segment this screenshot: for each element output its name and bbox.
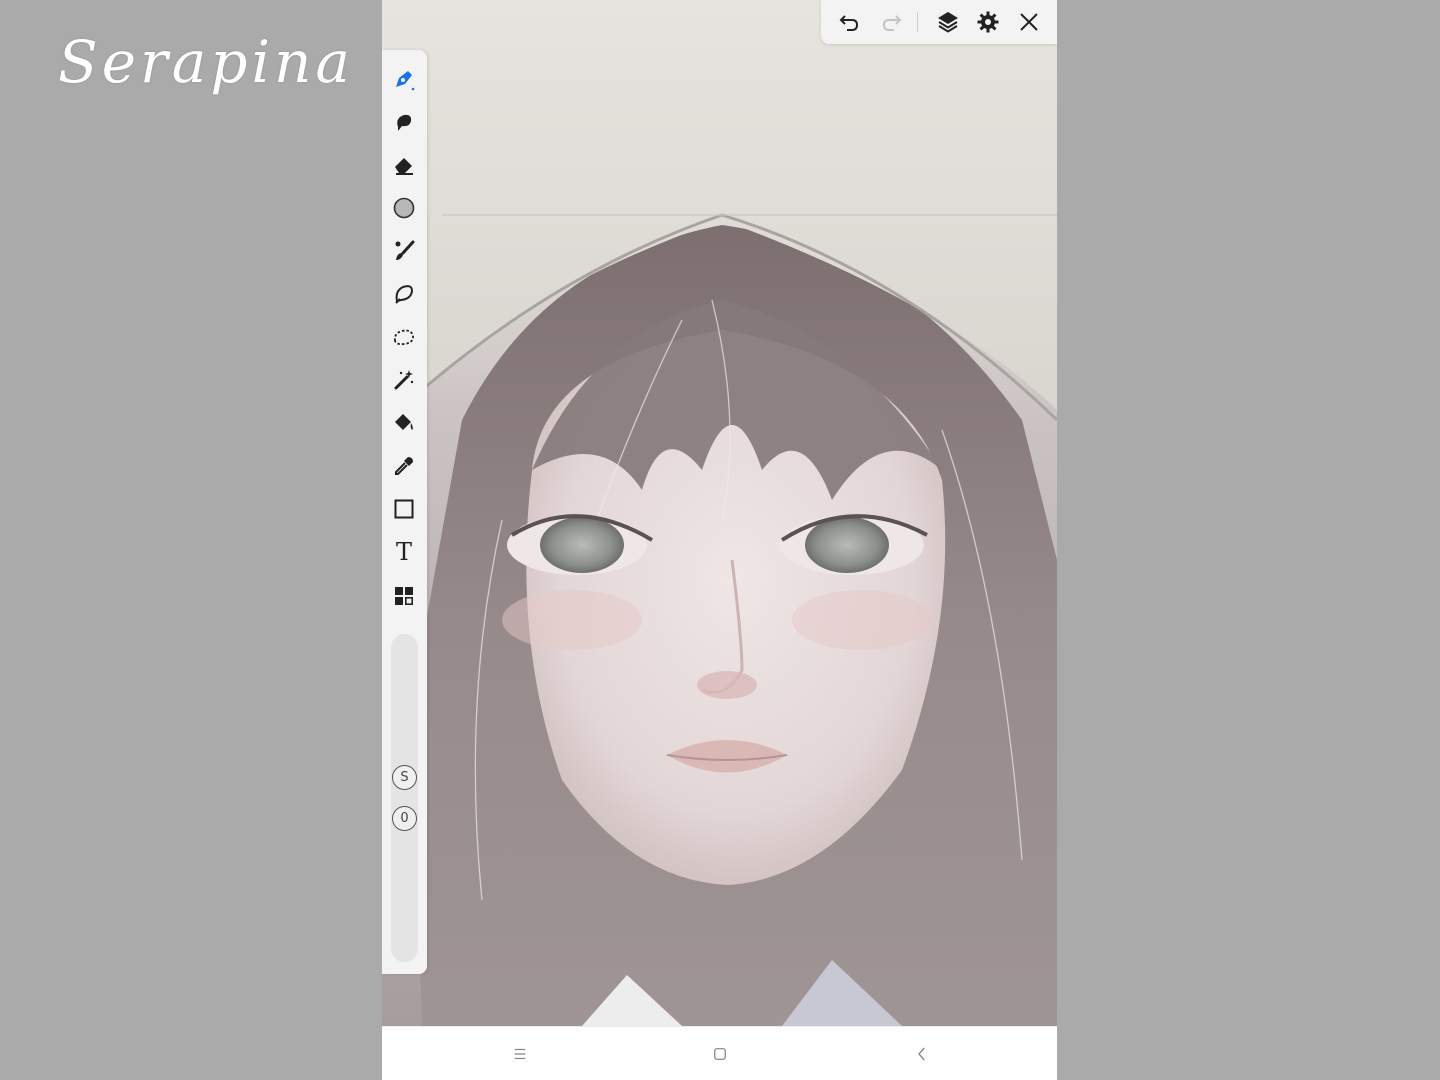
magic-wand-tool[interactable] — [386, 362, 422, 398]
square-icon — [394, 499, 414, 519]
opacity-button[interactable]: 0 — [392, 806, 417, 831]
eyedropper-tool[interactable] — [386, 448, 422, 484]
smudge-tool[interactable] — [386, 104, 422, 140]
system-navigation-bar — [382, 1026, 1057, 1080]
eraser-icon — [395, 158, 413, 175]
undo-icon — [839, 15, 859, 31]
menu-icon — [514, 1048, 526, 1060]
drawing-canvas[interactable] — [382, 0, 1057, 1026]
shape-tool[interactable] — [386, 491, 422, 527]
circle-icon — [393, 197, 415, 219]
more-tools[interactable] — [386, 578, 422, 614]
artwork-illustration — [382, 0, 1057, 1026]
tablet-screen: T S 0 — [382, 0, 1057, 1080]
lasso-tool[interactable] — [386, 276, 422, 312]
paint-bucket-icon — [395, 414, 413, 430]
layers-icon — [938, 12, 958, 33]
size-button[interactable]: S — [392, 765, 417, 790]
top-action-bar — [821, 0, 1057, 44]
selection-tool[interactable] — [386, 319, 422, 355]
redo-button[interactable] — [876, 6, 908, 38]
smudge-icon — [397, 114, 412, 131]
close-icon — [1020, 13, 1038, 31]
watermark-signature: Serapina — [58, 28, 354, 96]
blur-tool[interactable] — [386, 190, 422, 226]
close-button[interactable] — [1013, 6, 1045, 38]
back-button[interactable] — [910, 1042, 934, 1066]
toolbar-divider — [917, 12, 918, 32]
grid-icon — [395, 587, 414, 606]
pen-icon — [396, 71, 415, 91]
text-tool[interactable]: T — [386, 534, 422, 570]
brush-tool[interactable] — [386, 233, 422, 269]
gear-icon — [977, 11, 999, 33]
recent-apps-button[interactable] — [508, 1042, 532, 1066]
brush-icon — [395, 240, 415, 260]
magic-wand-icon — [394, 370, 414, 390]
fill-tool[interactable] — [386, 405, 422, 441]
home-button[interactable] — [708, 1042, 732, 1066]
redo-icon — [882, 15, 902, 31]
back-icon — [918, 1047, 925, 1061]
eyedropper-icon — [395, 457, 413, 475]
eraser-tool[interactable] — [386, 147, 422, 183]
text-icon: T — [395, 538, 412, 566]
settings-button[interactable] — [972, 6, 1004, 38]
dotted-selection-icon — [393, 329, 414, 346]
brush-size-slider[interactable] — [391, 634, 418, 962]
tool-palette: T S 0 — [382, 50, 427, 974]
undo-button[interactable] — [833, 6, 865, 38]
pen-tool[interactable] — [386, 61, 422, 97]
layers-button[interactable] — [932, 6, 964, 38]
lasso-icon — [395, 285, 414, 304]
home-icon — [714, 1048, 726, 1060]
